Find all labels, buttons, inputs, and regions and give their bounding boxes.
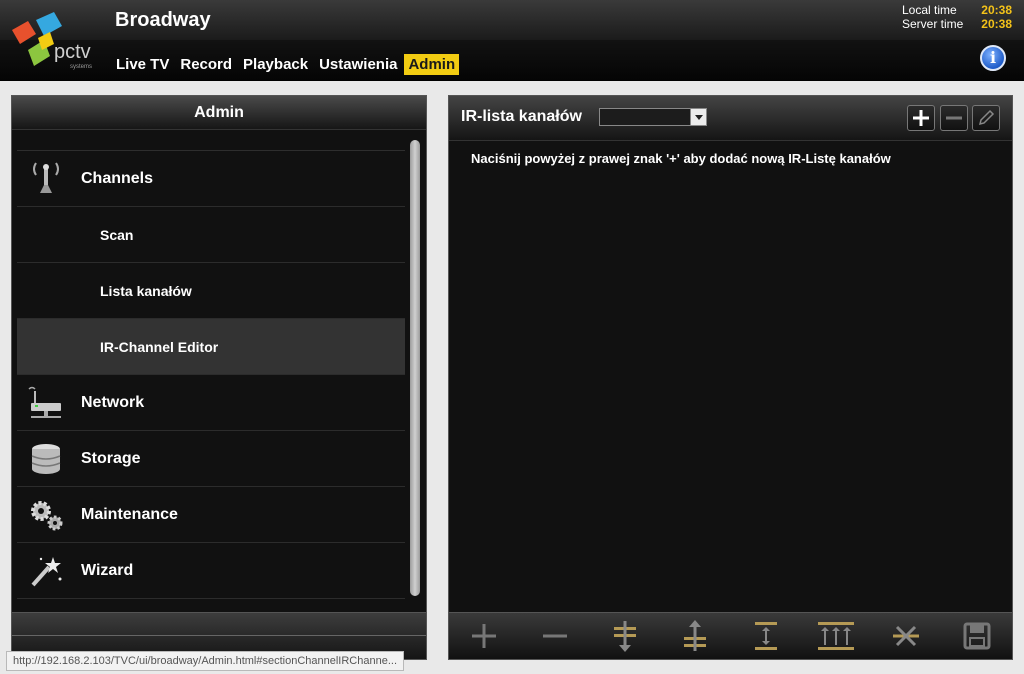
main-nav: Live TV Record Playback Ustawienia Admin — [112, 54, 462, 75]
brand-title: Broadway — [115, 9, 211, 31]
ir-channel-panel: IR-lista kanałów Naciśnij powyżej z praw… — [448, 95, 1013, 660]
time-display: Local time 20:38 Server time 20:38 — [902, 3, 1012, 31]
antenna-icon — [33, 162, 59, 193]
remove-channel-button[interactable] — [535, 618, 575, 654]
plus-icon — [913, 110, 929, 126]
edit-list-button[interactable] — [972, 105, 1000, 131]
add-channel-button[interactable] — [464, 618, 504, 654]
network-icon — [28, 386, 61, 418]
save-button[interactable] — [957, 618, 997, 654]
menu-item-wizard[interactable]: Wizard — [17, 543, 405, 599]
nav-ustawienia[interactable]: Ustawienia — [315, 54, 401, 75]
plus-icon — [472, 624, 497, 648]
nav-playback[interactable]: Playback — [239, 54, 312, 75]
clear-channels-button[interactable] — [886, 618, 926, 654]
menu-scroll-thumb[interactable] — [410, 140, 420, 596]
ir-panel-title: IR-lista kanałów — [461, 108, 582, 125]
clear-icon — [893, 625, 920, 647]
ir-panel-header: IR-lista kanałów — [449, 96, 1012, 141]
empty-list-hint: Naciśnij powyżej z prawej znak '+' aby d… — [471, 151, 891, 166]
menu-label-network: Network — [81, 393, 145, 411]
local-time-value: 20:38 — [981, 3, 1012, 17]
menu-label-maintenance: Maintenance — [81, 505, 178, 523]
move-top-icon — [684, 620, 707, 651]
menu-item-network[interactable]: Network — [17, 375, 405, 431]
local-time-label: Local time — [902, 3, 957, 17]
menu-label-lista-kanalow: Lista kanałów — [100, 282, 192, 299]
status-bar-url: http://192.168.2.103/TVC/ui/broadway/Adm… — [6, 651, 405, 671]
sort-icon — [818, 622, 855, 650]
nav-record[interactable]: Record — [176, 54, 236, 75]
nav-admin[interactable]: Admin — [404, 54, 460, 75]
menu-scrollbar[interactable] — [410, 140, 420, 596]
menu-item-storage[interactable]: Storage — [17, 431, 405, 487]
menu-label-ir-channel-editor: IR-Channel Editor — [100, 338, 219, 355]
sort-channels-button[interactable] — [816, 618, 856, 654]
menu-item-lista-kanalow[interactable]: Lista kanałów — [17, 263, 405, 319]
menu-label-wizard: Wizard — [81, 561, 134, 579]
nav-live-tv[interactable]: Live TV — [112, 54, 173, 75]
pencil-icon — [978, 109, 995, 126]
logo-sub: systems — [70, 64, 92, 70]
admin-menu-list: Channels Scan Lista kanałów IR-Channel E… — [17, 151, 405, 599]
menu-item-scan[interactable]: Scan — [17, 207, 405, 263]
move-updown-icon — [754, 622, 777, 650]
menu-item-ir-channel-editor[interactable]: IR-Channel Editor — [17, 319, 405, 375]
move-bottom-icon — [613, 621, 636, 652]
server-time-label: Server time — [902, 17, 964, 31]
menu-item-channels[interactable]: Channels — [17, 151, 405, 207]
server-time-value: 20:38 — [981, 17, 1012, 31]
storage-icon — [31, 444, 61, 474]
minus-icon — [946, 116, 962, 120]
move-to-top-button[interactable] — [675, 618, 715, 654]
remove-list-button[interactable] — [940, 105, 968, 131]
info-icon[interactable]: i — [980, 45, 1006, 71]
move-channel-button[interactable] — [746, 618, 786, 654]
logo-text: pctv — [54, 41, 91, 63]
menu-item-maintenance[interactable]: Maintenance — [17, 487, 405, 543]
save-icon — [963, 622, 991, 650]
app-header: pctv systems Broadway Local time 20:38 S… — [0, 0, 1024, 81]
menu-label-storage: Storage — [81, 449, 141, 467]
move-to-bottom-button[interactable] — [605, 618, 645, 654]
add-list-button[interactable] — [907, 105, 935, 131]
chevron-down-icon[interactable] — [690, 109, 706, 125]
magic-wand-icon — [31, 557, 62, 587]
menu-label-scan: Scan — [100, 226, 134, 243]
ir-list-select[interactable] — [599, 108, 707, 126]
menu-label-channels: Channels — [81, 169, 154, 187]
minus-icon — [542, 634, 567, 638]
ir-channel-toolbar — [449, 612, 1012, 659]
pctv-logo: pctv systems — [12, 12, 92, 70]
admin-panel-title: Admin — [12, 96, 426, 130]
gears-icon — [31, 501, 63, 531]
admin-menu-panel: Admin Channels Scan Lista kanałów IR-Cha… — [11, 95, 427, 660]
